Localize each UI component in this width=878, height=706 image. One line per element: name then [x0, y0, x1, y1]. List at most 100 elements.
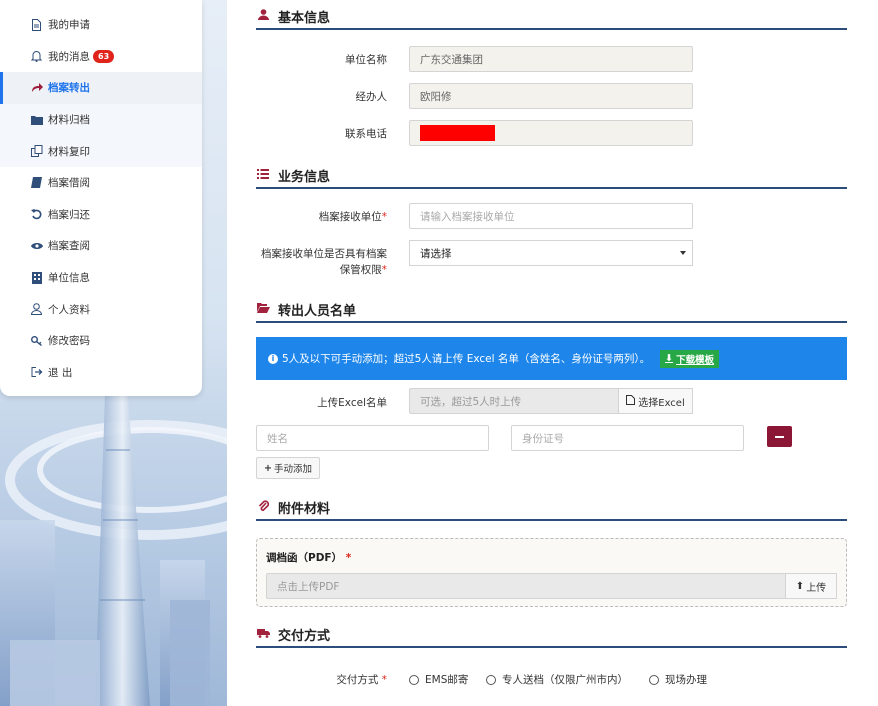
sidebar-item-label: 单位信息	[48, 272, 90, 285]
sidebar-item-label: 我的申请	[48, 19, 90, 32]
remove-row-button[interactable]	[767, 426, 792, 447]
sidebar-item-label: 我的消息	[48, 50, 90, 63]
phone-label: 联系电话	[345, 128, 387, 140]
plus-icon: +	[264, 462, 272, 474]
person-id-input[interactable]: 身份证号	[511, 425, 744, 451]
transfer-letter-label: 调档函（PDF） *	[266, 552, 352, 564]
authority-select-value: 请选择	[420, 247, 452, 260]
file-icon	[626, 394, 636, 408]
notice-text: 5人及以下可手动添加；超过5人请上传 Excel 名单（含姓名、身份证号两列）。	[282, 353, 651, 365]
paperclip-icon	[256, 499, 270, 515]
receiver-unit-input[interactable]: 请输入档案接收单位	[409, 203, 693, 229]
pdf-file-field[interactable]: 点击上传PDF	[266, 573, 786, 599]
folder-open-icon	[256, 302, 270, 316]
manual-add-label: 手动添加	[273, 464, 312, 475]
download-icon: ⬇	[665, 353, 674, 364]
section-basic-info: 基本信息	[256, 4, 847, 30]
sidebar-item-label: 档案借阅	[48, 177, 90, 190]
sidebar-item-my-applications[interactable]: 我的申请	[0, 9, 202, 41]
pdf-upload-card: 调档函（PDF） * 点击上传PDF ⬆ 上传	[256, 538, 847, 607]
copy-icon	[30, 145, 43, 158]
sidebar: 我的申请 我的消息 63 档案转出 材料归档 材料复印 档案借阅 档案归还 档案…	[0, 0, 202, 396]
delivery-option-label: 现场办理	[665, 674, 707, 686]
upload-pdf-button[interactable]: ⬆ 上传	[785, 573, 837, 599]
document-icon	[30, 18, 43, 31]
manual-add-button[interactable]: + 手动添加	[256, 457, 320, 479]
sidebar-item-unit-info[interactable]: 单位信息	[0, 262, 202, 294]
folder-icon	[30, 113, 43, 126]
delivery-option-ems[interactable]: EMS邮寄	[409, 672, 468, 687]
list-icon	[256, 168, 270, 182]
sidebar-item-material-copy[interactable]: 材料复印	[0, 135, 202, 167]
key-icon	[30, 334, 43, 347]
truck-icon	[256, 627, 270, 641]
sidebar-item-label: 个人资料	[48, 303, 90, 316]
sidebar-item-label: 档案归还	[48, 208, 90, 221]
receiver-unit-label: 档案接收单位*	[318, 211, 387, 223]
excel-upload-label: 上传Excel名单	[317, 397, 387, 409]
handler-field: 欧阳修	[409, 83, 693, 109]
choose-excel-label: 选择Excel	[638, 397, 685, 409]
redacted-phone-block	[420, 125, 495, 141]
sidebar-item-material-archiving[interactable]: 材料归档	[0, 103, 202, 136]
sidebar-item-archive-borrow[interactable]: 档案借阅	[0, 167, 202, 199]
sidebar-item-my-messages[interactable]: 我的消息 63	[0, 41, 202, 73]
excel-file-field[interactable]: 可选，超过5人时上传	[409, 388, 619, 414]
delivery-option-onsite[interactable]: 现场办理	[649, 672, 707, 687]
authority-label: 档案接收单位是否具有档案 保管权限*	[261, 248, 387, 276]
upload-icon: ⬆	[795, 580, 805, 592]
handler-label: 经办人	[355, 91, 388, 103]
authority-select[interactable]: 请选择	[409, 240, 693, 266]
sidebar-item-logout[interactable]: 退 出	[0, 357, 202, 389]
info-icon: i	[268, 353, 278, 364]
sidebar-item-label: 材料归档	[48, 114, 90, 127]
minus-icon	[775, 435, 784, 438]
section-title: 业务信息	[278, 169, 331, 185]
sidebar-item-label: 修改密码	[48, 335, 90, 348]
sidebar-item-label: 档案转出	[48, 82, 90, 95]
sidebar-item-archive-view[interactable]: 档案查阅	[0, 230, 202, 262]
radio-unchecked-icon	[649, 674, 659, 685]
user-icon	[30, 303, 43, 316]
sidebar-item-profile[interactable]: 个人资料	[0, 293, 202, 325]
logout-icon	[30, 366, 43, 379]
unit-name-label: 单位名称	[345, 54, 387, 66]
main-form-panel: 基本信息 单位名称 广东交通集团 经办人 欧阳修 联系电话 业务信息 档案接收单…	[227, 0, 878, 706]
sidebar-item-label: 退 出	[48, 366, 73, 379]
section-business-info: 业务信息	[256, 163, 847, 189]
delivery-option-label: EMS邮寄	[425, 674, 469, 686]
sidebar-item-label: 材料复印	[48, 145, 90, 158]
delivery-option-label: 专人送档（仅限广州市内）	[502, 674, 628, 686]
bell-icon	[30, 50, 43, 63]
download-template-label: 下载模板	[676, 354, 715, 366]
phone-field	[409, 120, 693, 146]
person-name-input[interactable]: 姓名	[256, 425, 489, 451]
eye-icon	[30, 239, 43, 252]
sidebar-item-label: 档案查阅	[48, 240, 90, 253]
book-icon	[30, 176, 43, 189]
section-title: 附件材料	[278, 501, 331, 517]
sidebar-item-archive-transfer[interactable]: 档案转出	[0, 72, 202, 104]
download-template-button[interactable]: ⬇ 下载模板	[660, 349, 720, 368]
delivery-option-courier[interactable]: 专人送档（仅限广州市内）	[486, 672, 628, 687]
section-transfer-list: 转出人员名单	[256, 297, 847, 323]
sidebar-item-change-password[interactable]: 修改密码	[0, 325, 202, 357]
upload-pdf-label: 上传	[806, 582, 827, 594]
chevron-down-icon	[680, 251, 686, 255]
radio-unchecked-icon	[409, 674, 419, 685]
delivery-method-label: 交付方式 *	[336, 674, 387, 686]
section-delivery: 交付方式	[256, 622, 847, 648]
unit-name-field: 广东交通集团	[409, 46, 693, 72]
choose-excel-button[interactable]: 选择Excel	[618, 388, 693, 414]
building-icon	[30, 271, 43, 284]
section-title: 转出人员名单	[278, 303, 357, 319]
user-icon	[256, 9, 270, 23]
share-arrow-icon	[30, 81, 43, 94]
upload-notice-banner: i 5人及以下可手动添加；超过5人请上传 Excel 名单（含姓名、身份证号两列…	[256, 337, 847, 380]
sidebar-item-archive-return[interactable]: 档案归还	[0, 199, 202, 231]
radio-unchecked-icon	[486, 674, 496, 685]
section-title: 交付方式	[278, 628, 331, 644]
unread-count-badge: 63	[93, 49, 115, 63]
section-title: 基本信息	[278, 10, 331, 26]
undo-icon	[30, 208, 43, 221]
